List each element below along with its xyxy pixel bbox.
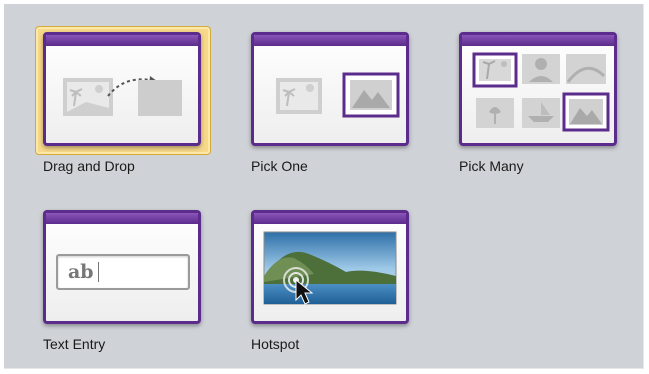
text-cursor-icon — [98, 262, 99, 282]
tile-label: Pick Many — [459, 158, 524, 174]
selected-landscape-icon — [562, 92, 610, 132]
pick-one-thumbnail — [251, 32, 409, 146]
arch-image-icon — [566, 54, 606, 84]
drag-and-drop-thumbnail — [43, 32, 201, 146]
tile-label: Pick One — [251, 158, 308, 174]
hotspot-thumbnail — [251, 210, 409, 324]
boat-image-icon — [522, 98, 560, 128]
tile-label: Drag and Drop — [43, 158, 135, 174]
tile-label: Hotspot — [251, 336, 300, 352]
tile-pick-many[interactable]: Pick Many — [451, 26, 637, 186]
tile-drag-and-drop[interactable]: Drag and Drop — [35, 26, 221, 186]
tile-hotspot[interactable]: Hotspot — [243, 204, 429, 364]
selected-palm-image-icon — [472, 52, 518, 88]
window-title-bar — [462, 35, 614, 46]
person-image-icon — [522, 54, 560, 84]
window-title-bar — [46, 213, 198, 224]
interaction-type-gallery: Drag and Drop Pick One Pick Many ab Text… — [4, 4, 644, 369]
tile-text-entry[interactable]: ab Text Entry — [35, 204, 221, 364]
window-title-bar — [46, 35, 198, 46]
text-entry-thumbnail: ab — [43, 210, 201, 324]
sample-text: ab — [68, 261, 94, 283]
drop-target-box — [138, 80, 182, 116]
tile-pick-one[interactable]: Pick One — [243, 26, 429, 186]
photo-icon — [276, 78, 322, 114]
photo-icon — [63, 78, 113, 116]
sample-text-field: ab — [56, 254, 190, 290]
window-title-bar — [254, 213, 406, 224]
tile-label: Text Entry — [43, 336, 106, 352]
flower-image-icon — [476, 98, 514, 128]
window-title-bar — [254, 35, 406, 46]
pick-many-thumbnail — [459, 32, 617, 146]
selected-landscape-icon — [342, 72, 400, 118]
landscape-photo — [263, 231, 397, 305]
